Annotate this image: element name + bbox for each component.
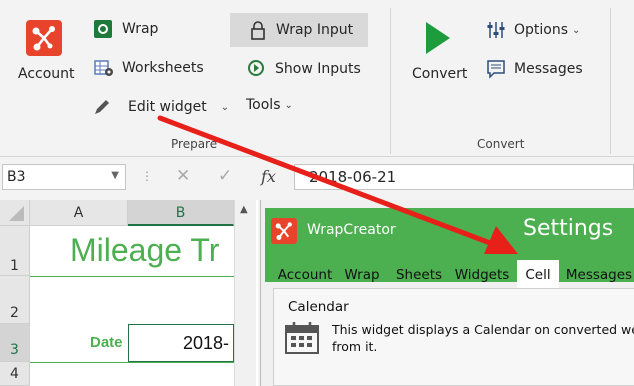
- app-window: Account Wrap Worksheets Edit widget ⌄ Wr…: [0, 0, 634, 386]
- annotation-arrow: [157, 115, 518, 254]
